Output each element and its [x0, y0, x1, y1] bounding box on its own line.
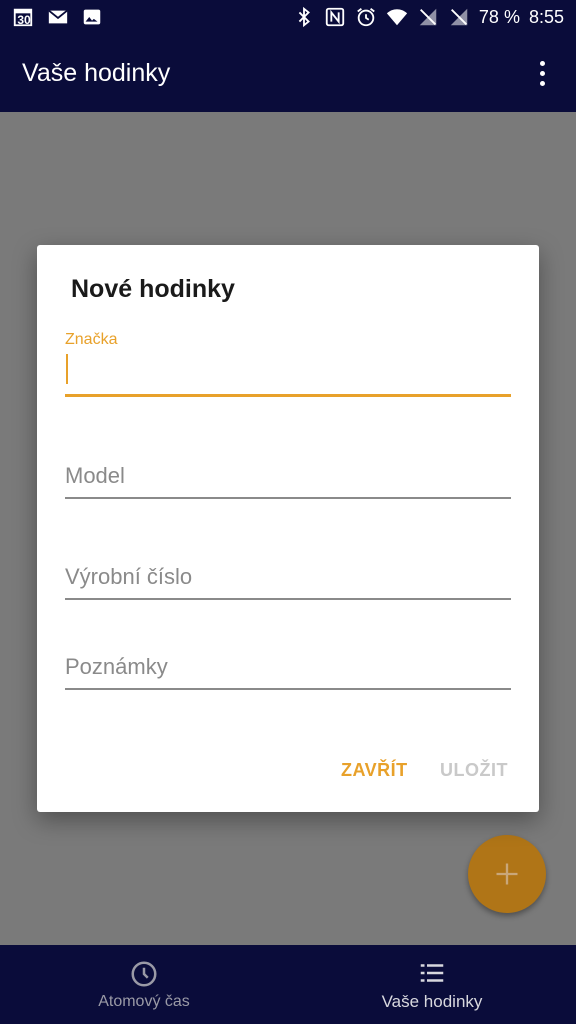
calendar-day: 30 [17, 13, 31, 27]
alarm-icon [355, 6, 377, 28]
battery-level: 78 % [478, 6, 520, 27]
signal-off-icon [448, 6, 470, 28]
status-bar: 30 78 % 8:55 [0, 0, 576, 34]
list-icon [420, 963, 444, 982]
new-watch-dialog: Nové hodinky Značka ZAVŘÍT ULOŽIT [37, 245, 539, 812]
clock-time: 8:55 [528, 6, 564, 27]
model-input[interactable] [65, 463, 511, 489]
nav-label: Vaše hodinky [381, 991, 483, 1011]
serial-number-underline [65, 598, 511, 600]
serial-number-field [65, 564, 511, 600]
brand-underline [65, 394, 511, 397]
brand-field: Značka [65, 331, 511, 397]
app-title: Vaše hodinky [22, 58, 171, 87]
app-bar: Vaše hodinky [0, 34, 576, 112]
overflow-menu-button[interactable] [530, 53, 554, 93]
model-field [65, 463, 511, 499]
wifi-icon [386, 6, 408, 28]
add-watch-fab[interactable] [468, 835, 546, 913]
image-icon [81, 6, 103, 28]
plus-icon [496, 863, 518, 885]
bluetooth-icon [293, 6, 315, 28]
text-caret [66, 354, 68, 384]
notes-underline [65, 688, 511, 690]
signal-off-icon [417, 6, 439, 28]
nav-label: Atomový čas [98, 992, 190, 1010]
clock-icon [131, 961, 157, 986]
gmail-icon [47, 6, 69, 28]
nav-item-your-watches[interactable]: Vaše hodinky [288, 945, 576, 1024]
bottom-navigation: Atomový čas Vaše hodinky [0, 945, 576, 1024]
notes-field [65, 654, 511, 690]
nfc-icon [324, 6, 346, 28]
save-button[interactable]: ULOŽIT [440, 760, 508, 781]
notes-input[interactable] [65, 654, 511, 680]
brand-label: Značka [65, 331, 118, 348]
close-button[interactable]: ZAVŘÍT [341, 760, 408, 781]
nav-item-atomic-time[interactable]: Atomový čas [0, 945, 288, 1024]
model-underline [65, 497, 511, 499]
serial-number-input[interactable] [65, 564, 511, 590]
brand-input[interactable] [65, 354, 511, 394]
dialog-title: Nové hodinky [71, 275, 235, 303]
more-vert-icon [539, 60, 545, 66]
